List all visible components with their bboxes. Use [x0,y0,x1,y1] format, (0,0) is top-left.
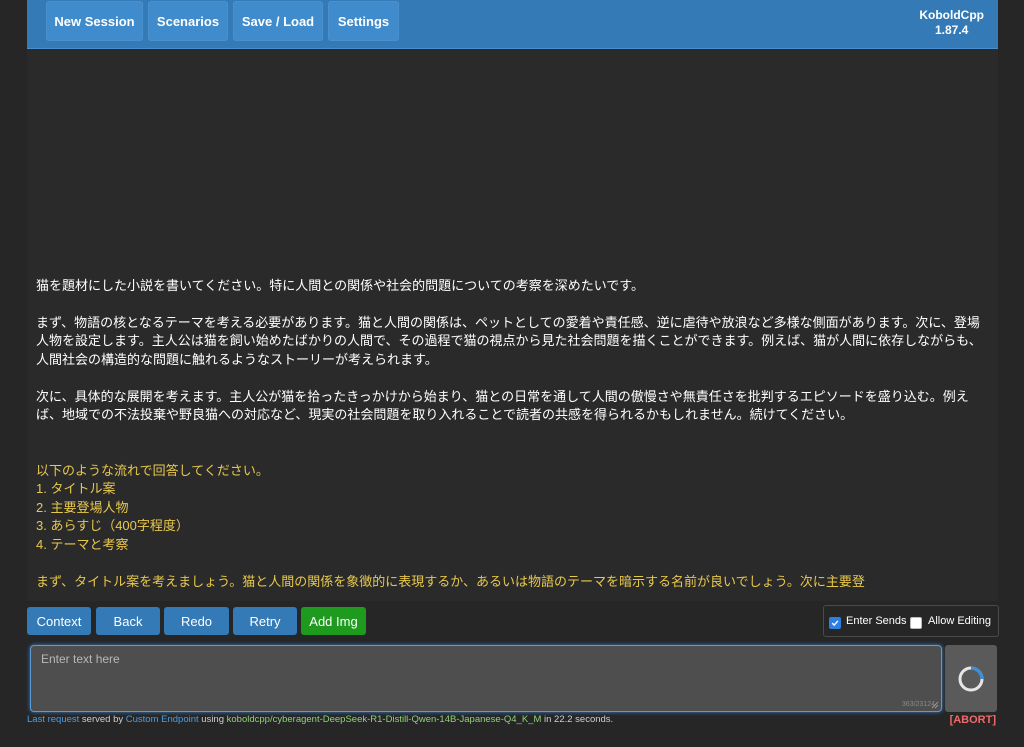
custom-endpoint-link[interactable]: Custom Endpoint [126,714,199,725]
brand-name: KoboldCpp [919,8,984,22]
input-options-panel: Enter Sends Allow Editing [823,605,999,637]
last-request-link[interactable]: Last request [27,714,79,725]
ai-response-intro: 以下のような流れで回答してください。 [36,462,269,478]
model-name: koboldcpp/cyberagent-DeepSeek-R1-Distill… [226,714,542,725]
ai-list-item: 3. あらすじ（400字程度） [36,518,189,533]
brand-version: 1.87.4 [934,23,969,37]
top-menu-bar: New Session Scenarios Save / Load Settin… [27,0,998,49]
app-brand: KoboldCpp 1.87.4 [919,8,984,38]
story-text: 猫を題材にした小説を書いてください。特に人間との関係や社会的問題についての考察を… [36,277,986,592]
settings-button[interactable]: Settings [328,1,399,41]
ai-list-item: 2. 主要登場人物 [36,499,129,515]
loading-spinner-icon [958,666,984,691]
ai-response: 以下のような流れで回答してください。 1. タイトル案 2. 主要登場人物 3.… [36,462,986,592]
user-prompt-line: 猫を題材にした小説を書いてください。特に人間との関係や社会的問題についての考察を… [36,277,645,293]
allow-editing-label: Allow Editing [928,615,991,627]
input-box: 363/23124 [30,645,942,712]
abort-button[interactable]: [ABORT] [950,714,996,726]
footer-text: served by [79,714,126,725]
allow-editing-checkbox[interactable] [910,617,922,629]
ai-list-item: 1. タイトル案 [36,481,116,496]
footer-timing: in 22.2 seconds. [541,714,614,725]
checkmark-icon [831,620,839,627]
enter-sends-label: Enter Sends [846,615,907,627]
message-input[interactable] [31,646,941,711]
story-window[interactable]: 猫を題材にした小説を書いてください。特に人間との関係や社会的問題についての考察を… [27,49,998,601]
retry-button[interactable]: Retry [233,607,297,635]
user-prompt-line: まず、物語の核となるテーマを考える必要があります。猫と人間の関係は、ペットとして… [36,314,982,367]
back-button[interactable]: Back [96,607,160,635]
resize-handle-icon[interactable] [931,701,939,709]
user-prompt-line: 次に、具体的な展開を考えます。主人公が猫を拾ったきっかけから始まり、猫との日常を… [36,388,969,423]
enter-sends-checkbox[interactable] [829,617,841,629]
scenarios-button[interactable]: Scenarios [148,1,228,41]
new-session-button[interactable]: New Session [46,1,143,41]
save-load-button[interactable]: Save / Load [233,1,323,41]
status-footer: Last request served by Custom Endpoint u… [27,714,998,728]
send-button[interactable] [945,645,997,712]
ai-list-item: 4. テーマと考察 [36,536,129,552]
context-button[interactable]: Context [27,607,91,635]
ai-response-line: まず、タイトル案を考えましょう。猫と人間の関係を象徴的に表現するか、あるいは物語… [36,573,865,589]
footer-text: using [198,714,227,725]
add-img-button[interactable]: Add Img [301,607,366,635]
redo-button[interactable]: Redo [164,607,229,635]
